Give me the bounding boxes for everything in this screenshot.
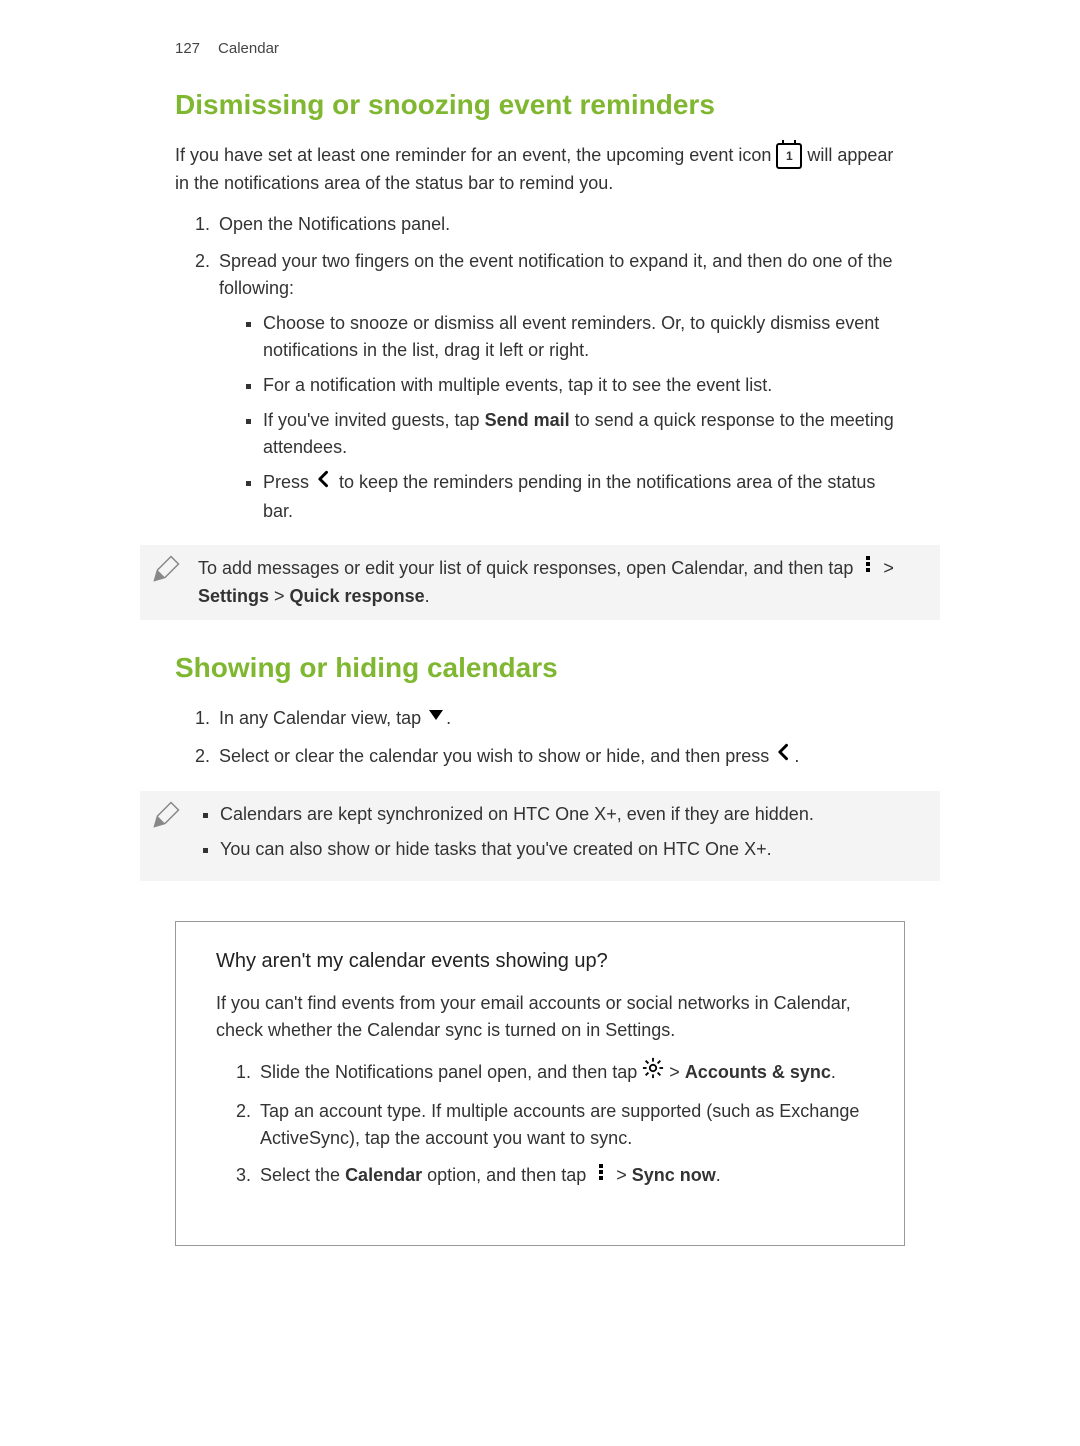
overflow-menu-icon bbox=[591, 1162, 611, 1190]
bullet-send-mail: If you've invited guests, tap Send mail … bbox=[263, 407, 905, 461]
s2-step-2: Select or clear the calendar you wish to… bbox=[215, 743, 905, 771]
box-steps: Slide the Notifications panel open, and … bbox=[216, 1058, 864, 1190]
box-step-2: Tap an account type. If multiple account… bbox=[256, 1098, 864, 1152]
settings-gear-icon bbox=[642, 1057, 664, 1087]
bullet-multiple-events: For a notification with multiple events,… bbox=[263, 372, 905, 399]
note-quick-response: To add messages or edit your list of qui… bbox=[140, 545, 940, 620]
pencil-icon bbox=[150, 555, 180, 593]
step-2: Spread your two fingers on the event not… bbox=[215, 248, 905, 524]
box-intro: If you can't find events from your email… bbox=[216, 990, 864, 1044]
s2-step-1: In any Calendar view, tap . bbox=[215, 705, 905, 733]
back-icon bbox=[774, 742, 794, 770]
section2-title: Showing or hiding calendars bbox=[175, 650, 905, 685]
step2-bullets: Choose to snooze or dismiss all event re… bbox=[219, 310, 905, 524]
section1-intro: If you have set at least one reminder fo… bbox=[175, 142, 905, 197]
back-icon bbox=[314, 469, 334, 497]
bullet-press-back: Press to keep the reminders pending in t… bbox=[263, 469, 905, 524]
box-step-1: Slide the Notifications panel open, and … bbox=[256, 1058, 864, 1088]
troubleshoot-box: Why aren't my calendar events showing up… bbox=[175, 921, 905, 1245]
dropdown-triangle-icon bbox=[426, 704, 446, 732]
upcoming-event-icon: 1 bbox=[776, 141, 802, 169]
note2-b1: Calendars are kept synchronized on HTC O… bbox=[220, 801, 920, 828]
note-hidden-calendars: Calendars are kept synchronized on HTC O… bbox=[140, 791, 940, 881]
box-step-3: Select the Calendar option, and then tap… bbox=[256, 1162, 864, 1190]
overflow-menu-icon bbox=[858, 554, 878, 582]
section2-steps: In any Calendar view, tap . Select or cl… bbox=[175, 705, 905, 772]
section1-steps: Open the Notifications panel. Spread you… bbox=[175, 211, 905, 524]
page-number: 127 bbox=[175, 40, 200, 57]
pencil-icon bbox=[150, 801, 180, 839]
step-1: Open the Notifications panel. bbox=[215, 211, 905, 238]
page-header: 127 Calendar bbox=[175, 40, 905, 57]
note2-bullets: Calendars are kept synchronized on HTC O… bbox=[198, 801, 920, 863]
box-title: Why aren't my calendar events showing up… bbox=[216, 946, 864, 976]
note2-b2: You can also show or hide tasks that you… bbox=[220, 836, 920, 863]
bullet-snooze-dismiss: Choose to snooze or dismiss all event re… bbox=[263, 310, 905, 364]
chapter-name: Calendar bbox=[218, 40, 279, 57]
section1-title: Dismissing or snoozing event reminders bbox=[175, 87, 905, 122]
page-container: 127 Calendar Dismissing or snoozing event… bbox=[0, 0, 1080, 1446]
send-mail-bold: Send mail bbox=[485, 410, 570, 430]
